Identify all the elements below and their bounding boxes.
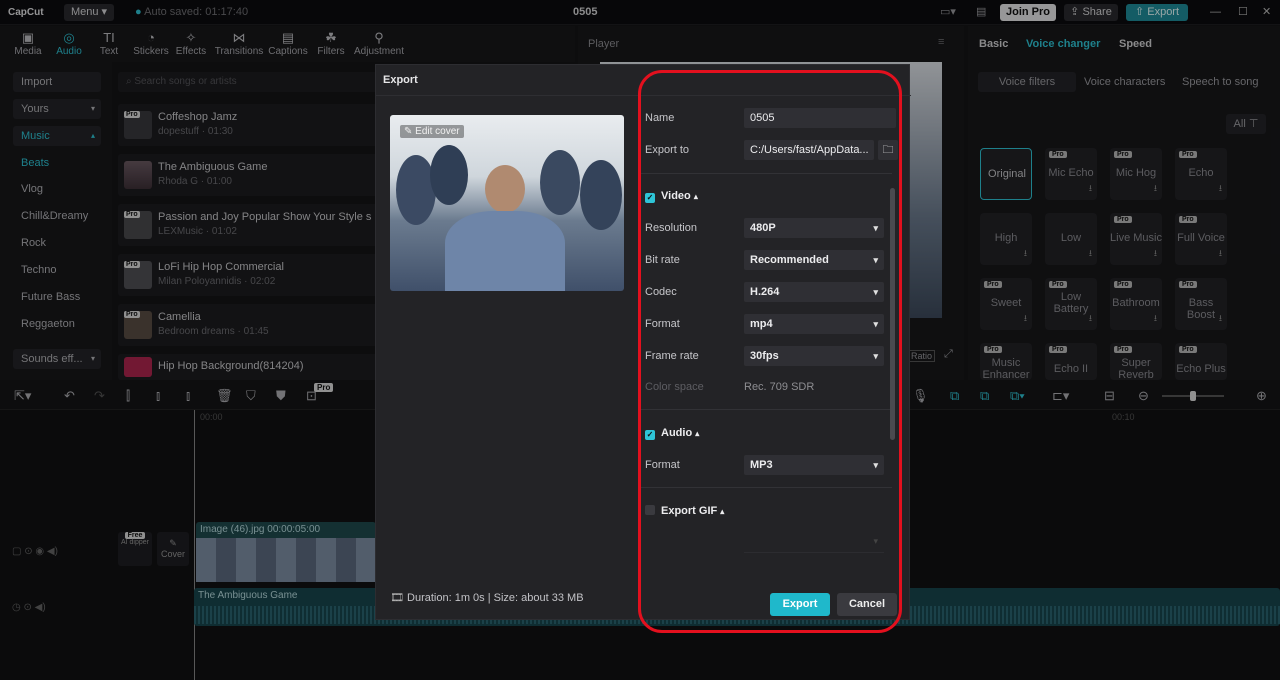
pencil-icon: ✎ xyxy=(404,126,413,137)
cover-preview[interactable]: ✎ Edit cover xyxy=(390,115,624,291)
capcut-window: CapCut Menu ▾ ● Auto saved: 01:17:40 050… xyxy=(0,0,1280,680)
cover-figure xyxy=(430,145,468,205)
cover-figure xyxy=(540,150,580,215)
cover-face xyxy=(485,165,525,213)
cover-figure xyxy=(445,211,565,291)
highlight-annotation xyxy=(638,70,902,633)
cover-figure xyxy=(580,160,622,230)
duration-size: 🎞 Duration: 1m 0s | Size: about 33 MB xyxy=(390,592,584,604)
film-icon: 🎞 xyxy=(390,592,404,604)
dialog-title: Export xyxy=(383,74,418,86)
edit-cover-button[interactable]: ✎ Edit cover xyxy=(400,125,464,138)
